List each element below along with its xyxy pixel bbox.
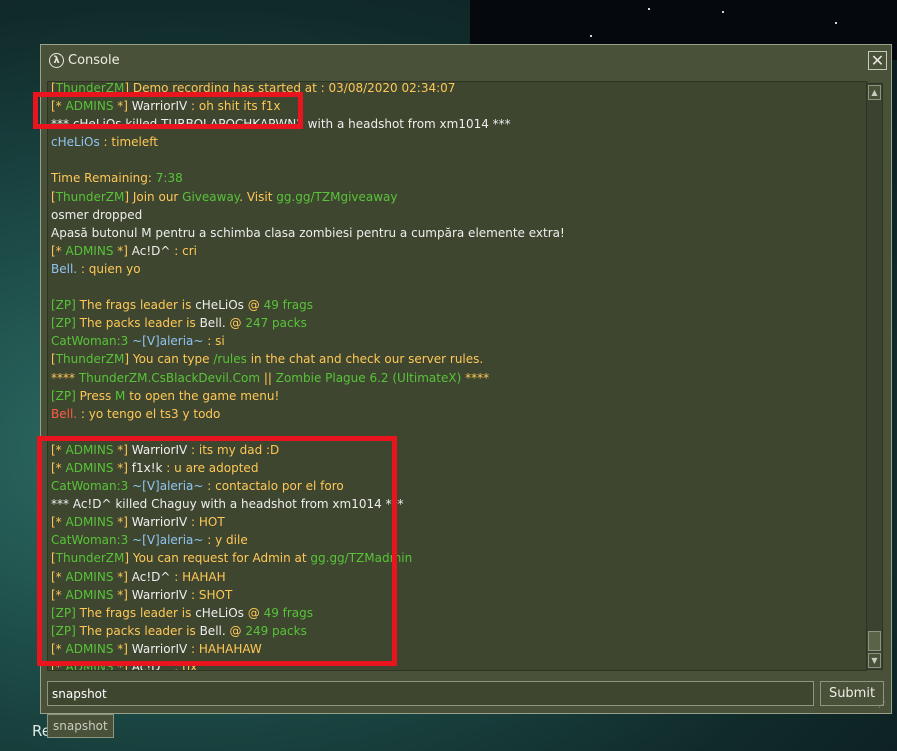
log-segment: Time Remaining: [51,171,156,186]
log-segment: : si [203,334,225,349]
log-segment: osmer dropped [51,207,143,222]
scroll-thumb[interactable] [868,631,881,651]
log-segment: 03/08/2020 02:34:07 [328,81,456,95]
log-segment: ThunderZM [55,189,125,204]
log-segment: 7:38 [155,171,183,186]
log-line: osmer dropped [51,206,866,224]
log-segment: Giveaway [182,189,240,204]
log-segment: in the chat and check our server rules. [246,352,484,367]
log-segment: [* [51,243,66,258]
vertical-scrollbar[interactable]: ▲ ▼ [866,83,883,670]
log-segment: : cri [170,243,197,258]
log-segment: @ [243,298,264,313]
log-segment: The packs leader is [79,316,200,331]
log-segment: Zombie Plague 6.2 (UltimateX) [275,370,462,385]
log-segment: ] You can type [124,352,214,367]
highlight-box-top [33,92,303,129]
scroll-up-button[interactable]: ▲ [868,85,881,100]
star [590,35,592,37]
log-segment: /rules [213,352,247,367]
log-segment: @ [225,316,246,331]
log-segment: || [260,370,276,385]
log-line: **** ThunderZM.CsBlackDevil.Com || Zombi… [51,369,866,387]
log-segment: : timeleft [99,135,158,150]
log-line: Time Remaining: 7:38 [51,169,866,187]
submit-button[interactable]: Submit [820,681,884,706]
window-title: Console [68,53,120,68]
scroll-down-button[interactable]: ▼ [868,653,881,668]
resize-grip-icon[interactable]: ⋰ [878,700,888,710]
log-segment: **** [461,370,490,385]
autocomplete-suggestion[interactable]: snapshot [47,714,114,738]
log-segment: [ZP] [51,388,80,403]
log-line: [* ADMINS *] Ac!D^ : cri [51,242,866,260]
log-segment: **** [51,370,79,385]
log-segment: The frags leader is [79,298,196,313]
log-line: Bell. : yo tengo el ts3 y todo [51,405,866,423]
close-button[interactable]: ✕ [868,51,887,70]
halflife-lambda-icon: λ [49,53,64,68]
log-segment: 247 packs [245,316,307,331]
log-line: Bell. : quien yo [51,260,866,278]
log-line: [ZP] The frags leader is cHeLiOs @ 49 fr… [51,296,866,314]
log-segment: Bell. [199,316,226,331]
highlight-box-bottom [37,436,397,666]
log-segment: cHeLiOs [195,298,244,313]
log-segment: : quien yo [77,261,141,276]
log-line: [ZP] The packs leader is Bell. @ 247 pac… [51,314,866,332]
command-input[interactable] [47,681,814,706]
log-segment: ~[V]aleria~ [128,334,204,349]
log-segment: [ZP] [51,298,80,313]
log-segment: [ZP] [51,316,80,331]
log-line: cHeLiOs : timeleft [51,133,866,151]
log-line: [ZP] Press M to open the game menu! [51,387,866,405]
log-segment: Ac!D^ [131,243,171,258]
title-bar[interactable]: λ Console ✕ [41,45,891,77]
log-line: Apasă butonul M pentru a schimba clasa z… [51,224,866,242]
log-line: [ThunderZM] You can type /rules in the c… [51,350,866,368]
log-segment: 49 frags [263,298,314,313]
star [722,11,724,13]
log-segment: ThunderZM [55,352,125,367]
log-segment: Press [79,388,116,403]
log-segment: . Visit [239,189,277,204]
log-segment: *] [113,243,132,258]
star [648,8,650,10]
log-segment: Bell. [51,406,78,421]
log-line: CatWoman:3 ~[V]aleria~ : si [51,332,866,350]
star [835,22,837,24]
log-segment: ThunderZM.CsBlackDevil.Com [78,370,261,385]
log-line: [ThunderZM] Join our Giveaway. Visit gg.… [51,188,866,206]
log-segment: to open the game menu! [125,388,280,403]
log-segment: gg.gg/TZMgiveaway [276,189,398,204]
log-segment: Bell. [51,261,78,276]
log-segment: Apasă butonul M pentru a schimba clasa z… [51,225,565,240]
log-segment: CatWoman:3 [51,334,129,349]
log-segment: cHeLiOs [51,135,100,150]
log-segment: M [115,388,126,403]
log-segment: ] Join our [124,189,183,204]
log-segment: : yo tengo el ts3 y todo [77,406,221,421]
log-segment: ADMINS [65,243,114,258]
